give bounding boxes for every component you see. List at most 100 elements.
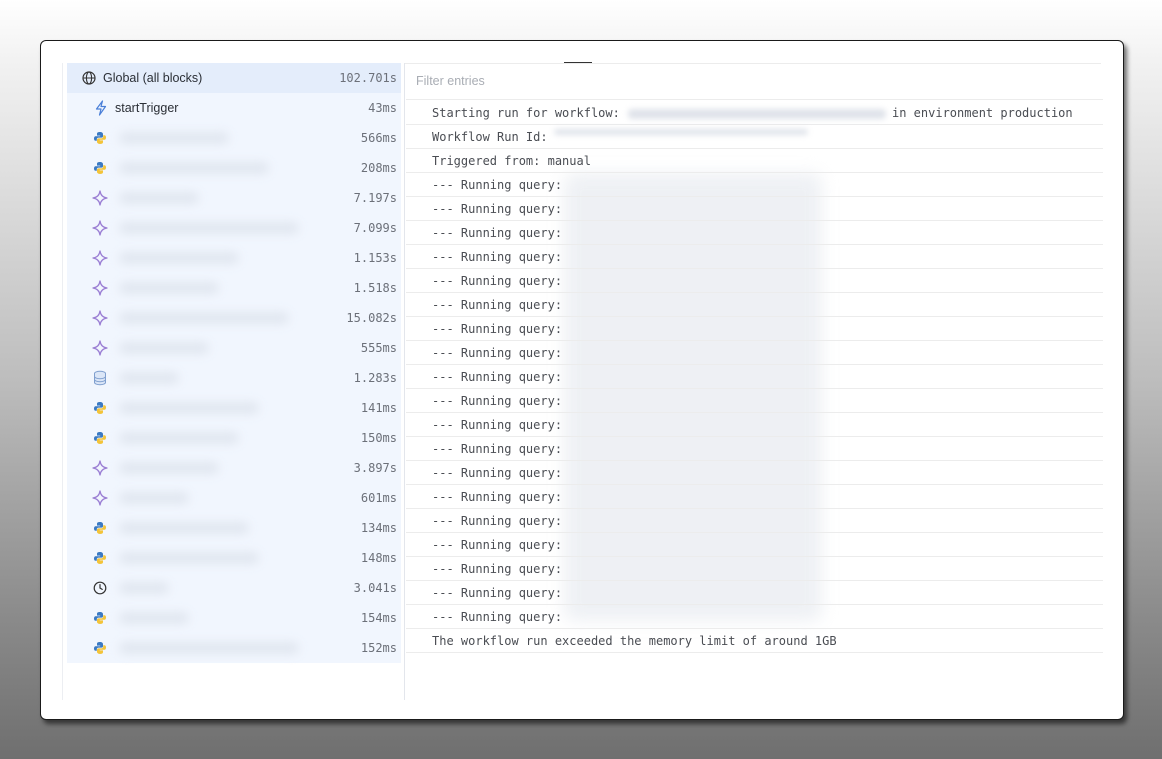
log-text: Workflow Run Id: <box>432 130 548 144</box>
redacted-block-name <box>119 642 299 654</box>
log-text: --- Running query: <box>432 346 563 360</box>
block-row[interactable]: 7.197s <box>67 183 401 213</box>
log-text: --- Running query: <box>432 298 563 312</box>
log-text: --- Running query: <box>432 466 563 480</box>
block-row[interactable]: 1.283s <box>67 363 401 393</box>
redacted-block-name <box>119 312 289 324</box>
block-row[interactable]: 3.897s <box>67 453 401 483</box>
lightning-icon <box>92 99 110 117</box>
block-duration: 7.099s <box>353 221 397 235</box>
block-duration: 15.082s <box>346 311 397 325</box>
block-duration: 3.041s <box>353 581 397 595</box>
log-entry: --- Running query: <box>406 437 1103 461</box>
block-duration: 148ms <box>360 551 397 565</box>
block-row[interactable]: startTrigger 43ms <box>67 93 401 123</box>
block-row[interactable]: 150ms <box>67 423 401 453</box>
redacted-block-name <box>119 552 259 564</box>
database-icon <box>91 369 109 387</box>
log-text: --- Running query: <box>432 394 563 408</box>
log-entry: --- Running query: <box>406 365 1103 389</box>
block-row[interactable]: 15.082s <box>67 303 401 333</box>
log-entry: --- Running query: <box>406 173 1103 197</box>
log-entry: The workflow run exceeded the memory lim… <box>406 629 1103 653</box>
filter-divider <box>406 99 1103 100</box>
log-entry: --- Running query: <box>406 197 1103 221</box>
log-entry: Workflow Run Id: <box>406 125 1103 149</box>
log-text: Starting run for workflow: <box>432 106 620 120</box>
redacted-block-name <box>119 612 189 624</box>
block-duration: 1.153s <box>353 251 397 265</box>
redacted-block-name <box>119 582 169 594</box>
python-icon <box>91 399 109 417</box>
log-text: --- Running query: <box>432 178 563 192</box>
redacted-block-name <box>119 342 209 354</box>
block-duration: 1.283s <box>353 371 397 385</box>
block-duration: 152ms <box>360 641 397 655</box>
python-icon <box>91 159 109 177</box>
block-row[interactable]: 154ms <box>67 603 401 633</box>
log-entry: --- Running query: <box>406 269 1103 293</box>
block-duration: 150ms <box>360 431 397 445</box>
log-entry: --- Running query: <box>406 605 1103 629</box>
redacted-block-name <box>119 132 229 144</box>
log-entry: --- Running query: <box>406 341 1103 365</box>
redacted-block-name <box>119 522 249 534</box>
block-duration: 141ms <box>360 401 397 415</box>
log-text: --- Running query: <box>432 490 563 504</box>
block-row[interactable]: 566ms <box>67 123 401 153</box>
redacted-block-name <box>119 372 179 384</box>
python-icon <box>91 639 109 657</box>
redacted-block-name <box>119 192 199 204</box>
block-row[interactable]: 1.518s <box>67 273 401 303</box>
redacted-block-name <box>119 282 219 294</box>
block-row[interactable]: 148ms <box>67 543 401 573</box>
log-text: Triggered from: manual <box>432 154 591 168</box>
log-entry: --- Running query: <box>406 485 1103 509</box>
block-row[interactable]: 555ms <box>67 333 401 363</box>
block-duration: 7.197s <box>353 191 397 205</box>
block-row[interactable]: 7.099s <box>67 213 401 243</box>
log-text: --- Running query: <box>432 610 563 624</box>
block-duration: 134ms <box>360 521 397 535</box>
block-row-global[interactable]: Global (all blocks) 102.701s <box>67 63 401 93</box>
block-row[interactable]: 601ms <box>67 483 401 513</box>
filter-entries-input[interactable] <box>416 71 816 91</box>
block-row[interactable]: 141ms <box>67 393 401 423</box>
log-text: --- Running query: <box>432 226 563 240</box>
log-entry: --- Running query: <box>406 509 1103 533</box>
log-text: --- Running query: <box>432 514 563 528</box>
log-text: --- Running query: <box>432 538 563 552</box>
log-text: --- Running query: <box>432 370 563 384</box>
log-text: --- Running query: <box>432 586 563 600</box>
sparkle-icon <box>91 279 109 297</box>
block-duration: 43ms <box>368 101 397 115</box>
block-duration: 154ms <box>360 611 397 625</box>
block-duration: 208ms <box>360 161 397 175</box>
log-entry: --- Running query: <box>406 413 1103 437</box>
redacted-block-name <box>119 162 269 174</box>
block-row[interactable]: 152ms <box>67 633 401 663</box>
log-entry: --- Running query: <box>406 581 1103 605</box>
redacted-block-name <box>119 402 259 414</box>
python-icon <box>91 429 109 447</box>
block-row[interactable]: 3.041s <box>67 573 401 603</box>
block-sidebar: Global (all blocks) 102.701s startTrigge… <box>62 63 405 700</box>
log-text: --- Running query: <box>432 274 563 288</box>
log-entry: --- Running query: <box>406 557 1103 581</box>
log-entry: --- Running query: <box>406 533 1103 557</box>
log-text: --- Running query: <box>432 202 563 216</box>
log-text: --- Running query: <box>432 418 563 432</box>
redacted-block-name <box>119 222 299 234</box>
block-name: Global (all blocks) <box>103 71 203 85</box>
block-row[interactable]: 1.153s <box>67 243 401 273</box>
redacted-block-name <box>119 492 189 504</box>
block-row[interactable]: 208ms <box>67 153 401 183</box>
log-entry: --- Running query: <box>406 389 1103 413</box>
block-name: startTrigger <box>115 101 179 115</box>
block-duration: 555ms <box>360 341 397 355</box>
block-row[interactable]: 134ms <box>67 513 401 543</box>
block-duration: 3.897s <box>353 461 397 475</box>
sparkle-icon <box>91 309 109 327</box>
log-panel: Starting run for workflow: in environment… <box>406 63 1103 700</box>
log-entry: --- Running query: <box>406 317 1103 341</box>
